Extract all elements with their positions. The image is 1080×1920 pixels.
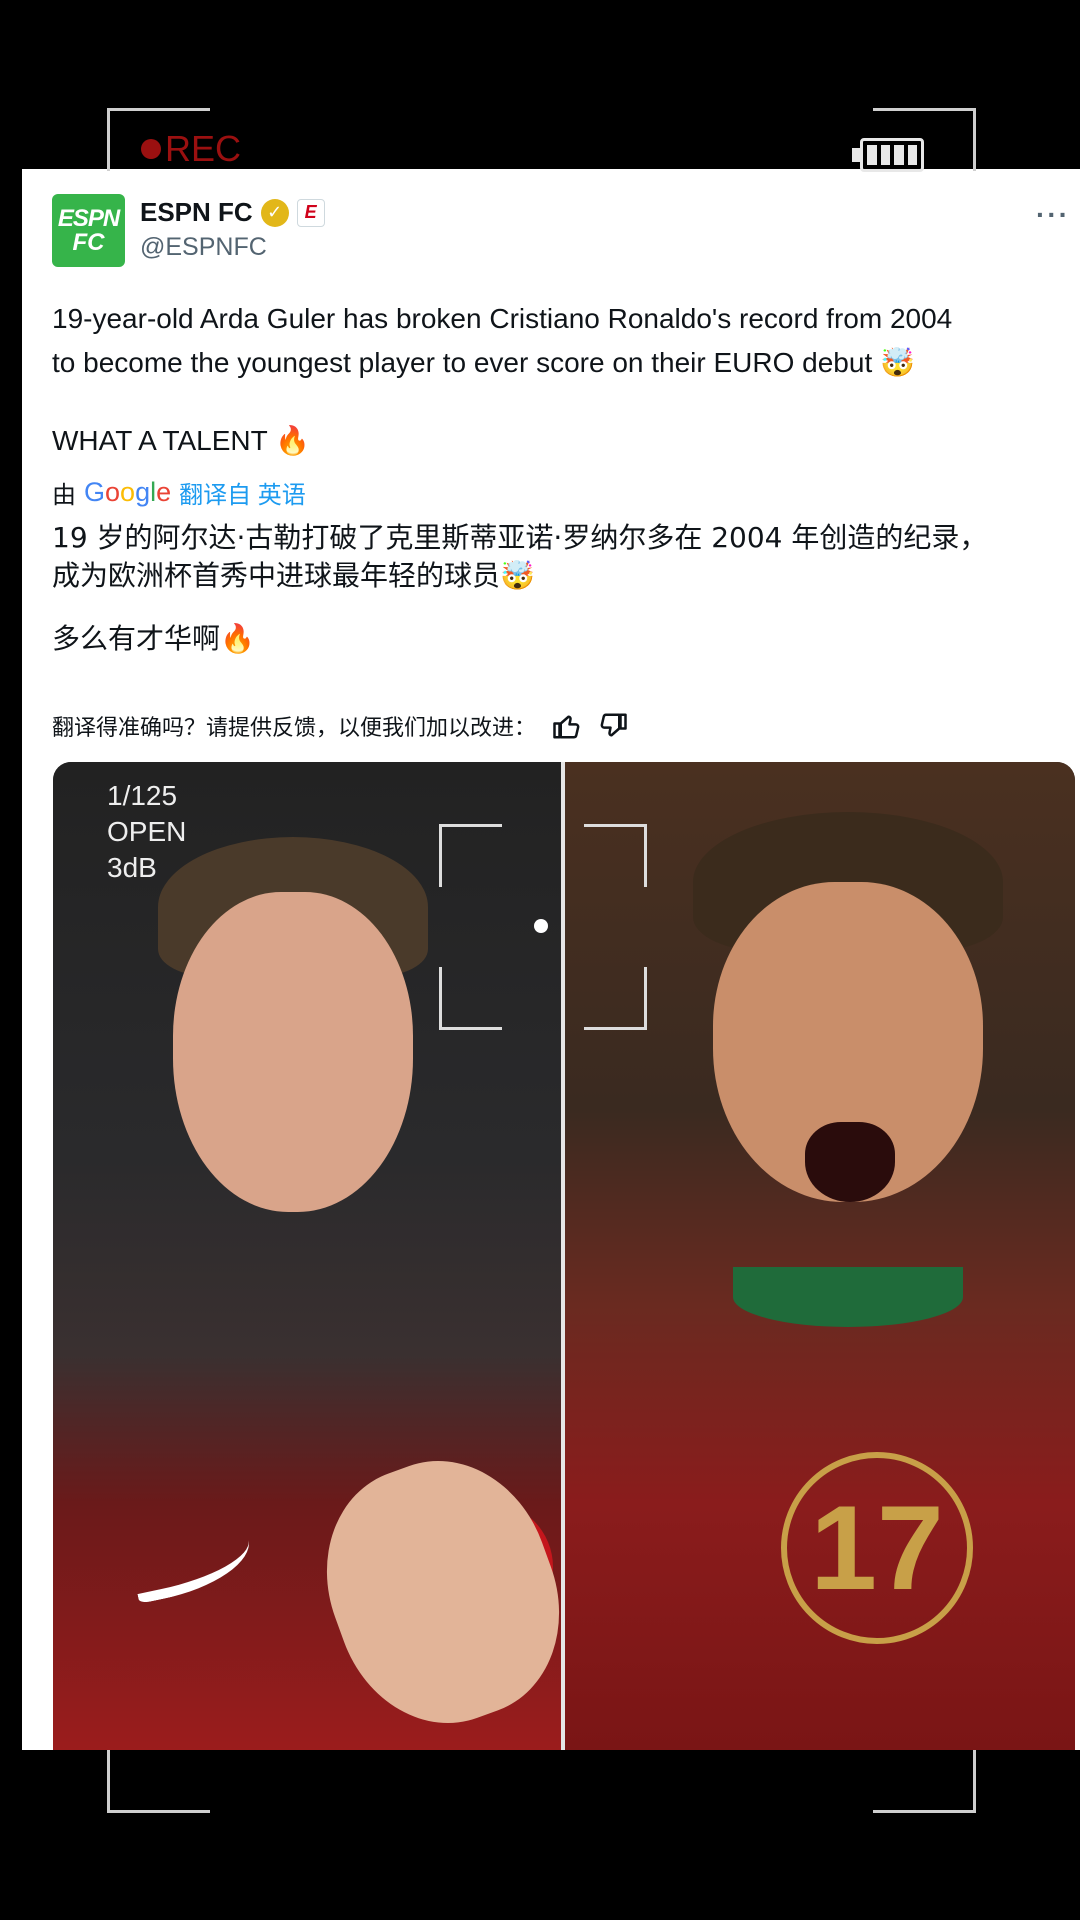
translated-talent-line: 多么有才华啊🔥 — [52, 622, 255, 655]
aperture: OPEN — [107, 816, 187, 847]
feedback-prompt: 翻译得准确吗？请提供反馈，以便我们加以改进： — [52, 716, 537, 741]
translated-line-1: 19 岁的阿尔达·古勒打破了克里斯蒂亚诺·罗纳尔多在 2004 年创造的纪录， — [52, 521, 988, 554]
verified-badge-icon: ✓ — [260, 198, 289, 227]
google-logo: Google — [84, 477, 172, 507]
viewfinder-corner-top-left — [107, 108, 210, 171]
avatar-text-espn: ESPN — [57, 204, 120, 232]
more-options-icon[interactable]: ··· — [1036, 199, 1070, 231]
translation-feedback: 翻译得准确吗？请提供反馈，以便我们加以改进： — [52, 710, 628, 742]
tweet-text-line-2: to become the youngest player to ever sc… — [52, 347, 915, 378]
avatar[interactable]: ESPN FC — [52, 194, 125, 267]
camera-info: 1/125 OPEN 3dB — [107, 778, 186, 886]
shutter-speed: 1/125 — [107, 780, 178, 811]
left-player-face — [173, 892, 413, 1212]
translated-text: 19 岁的阿尔达·古勒打破了克里斯蒂亚诺·罗纳尔多在 2004 年创造的纪录， … — [52, 519, 1072, 595]
translation-attribution: 由 Google 翻译自 英语 — [52, 475, 306, 510]
thumbs-down-icon[interactable] — [598, 711, 628, 741]
tweet-card: ESPN FC ESPN FC ✓ E @ESPNFC ··· 19-year-… — [22, 169, 1080, 1750]
viewfinder-corner-bottom-left — [107, 1750, 210, 1813]
battery-tip — [852, 148, 860, 162]
viewfinder-corner-top-right — [873, 108, 976, 171]
thumbs-up-icon[interactable] — [552, 711, 582, 741]
gain: 3dB — [107, 852, 157, 883]
jersey-number: 17 — [781, 1452, 973, 1644]
author-row: ESPN FC ✓ E — [140, 197, 325, 228]
right-player-collar — [733, 1267, 963, 1327]
tweet-text-line-1: 19-year-old Arda Guler has broken Cristi… — [52, 303, 953, 334]
focus-dot-icon — [534, 919, 548, 933]
affiliate-badge-icon[interactable]: E — [296, 198, 325, 227]
tweet-text: 19-year-old Arda Guler has broken Cristi… — [52, 297, 1080, 385]
tweet-talent-line: WHAT A TALENT 🔥 — [52, 425, 310, 456]
avatar-text-fc: FC — [72, 228, 105, 256]
translated-by-label: 由 — [52, 482, 76, 509]
author-handle[interactable]: @ESPNFC — [140, 233, 267, 262]
translated-line-2: 成为欧洲杯首秀中进球最年轻的球员🤯 — [52, 559, 535, 592]
translate-source-link[interactable]: 翻译自 英语 — [179, 475, 306, 510]
right-player-mouth — [805, 1122, 895, 1202]
focus-frame — [439, 824, 647, 1030]
viewfinder-corner-bottom-right — [873, 1750, 976, 1813]
tweet-media-image[interactable]: 17 1/125 OPEN 3dB — [53, 762, 1075, 1750]
author-name[interactable]: ESPN FC — [140, 197, 253, 228]
